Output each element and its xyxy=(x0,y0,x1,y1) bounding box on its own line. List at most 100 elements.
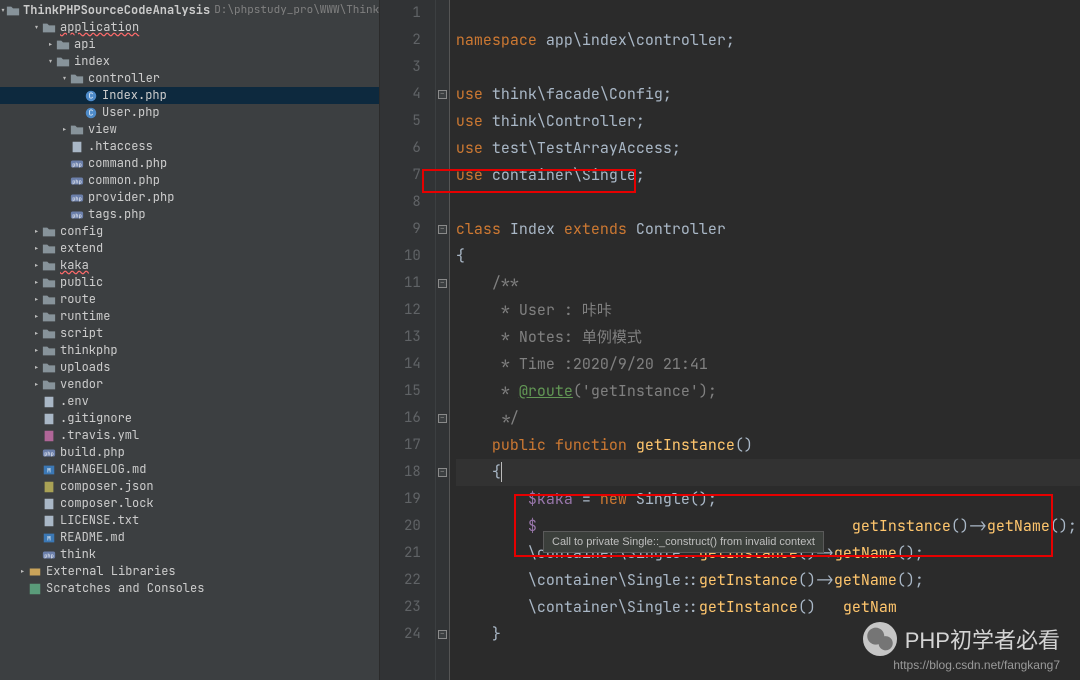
code-line-18[interactable]: { xyxy=(456,459,1080,486)
file-icon xyxy=(41,395,57,409)
code-line-3[interactable] xyxy=(456,54,1080,81)
svg-text:php: php xyxy=(72,178,81,185)
tree-item--gitignore[interactable]: ▸.gitignore xyxy=(0,410,379,427)
tree-item-scratches-and-consoles[interactable]: ▸Scratches and Consoles xyxy=(0,580,379,597)
code-line-13[interactable]: * Notes: 单例模式 xyxy=(456,324,1080,351)
tree-item-external-libraries[interactable]: ▸External Libraries xyxy=(0,563,379,580)
tree-root[interactable]: ▾ThinkPHPSourceCodeAnalysisD:\phpstudy_p… xyxy=(0,2,379,19)
code-line-9[interactable]: class Index extends Controller xyxy=(456,216,1080,243)
tree-item-common-php[interactable]: ▸phpcommon.php xyxy=(0,172,379,189)
code-line-14[interactable]: * Time :2020/9/20 21:41 xyxy=(456,351,1080,378)
line-number: 18 xyxy=(404,459,421,486)
tree-item-runtime[interactable]: ▸runtime xyxy=(0,308,379,325)
tree-item-build-php[interactable]: ▸phpbuild.php xyxy=(0,444,379,461)
tree-item-vendor[interactable]: ▸vendor xyxy=(0,376,379,393)
tree-item-uploads[interactable]: ▸uploads xyxy=(0,359,379,376)
tree-item-user-php[interactable]: ▸CUser.php xyxy=(0,104,379,121)
tree-item-thinkphp[interactable]: ▸thinkphp xyxy=(0,342,379,359)
code-line-17[interactable]: public function getInstance() xyxy=(456,432,1080,459)
tree-item-index-php[interactable]: ▸CIndex.php xyxy=(0,87,379,104)
code-line-10[interactable]: { xyxy=(456,243,1080,270)
svg-text:php: php xyxy=(72,161,81,168)
folder-icon xyxy=(41,259,57,273)
php-icon: php xyxy=(41,446,57,460)
class-icon: C xyxy=(83,106,99,120)
code-line-12[interactable]: * User : 咔咔 xyxy=(456,297,1080,324)
tree-item-think[interactable]: ▸phpthink xyxy=(0,546,379,563)
fold-marker[interactable]: – xyxy=(438,225,447,234)
tree-item-kaka[interactable]: ▸kaka xyxy=(0,257,379,274)
php-icon: php xyxy=(69,191,85,205)
svg-text:php: php xyxy=(44,552,53,559)
code-line-23[interactable]: \container\Single::getInstance() getNam xyxy=(456,594,1080,621)
code-line-16[interactable]: */ xyxy=(456,405,1080,432)
json-icon xyxy=(41,480,57,494)
tree-item-script[interactable]: ▸script xyxy=(0,325,379,342)
tree-item-view[interactable]: ▸view xyxy=(0,121,379,138)
code-line-22[interactable]: \container\Single::getInstance()->getNam… xyxy=(456,567,1080,594)
tree-item-route[interactable]: ▸route xyxy=(0,291,379,308)
tree-item-composer-json[interactable]: ▸composer.json xyxy=(0,478,379,495)
line-number-gutter: 123456789101112131415161718192021222324 xyxy=(380,0,436,680)
code-line-15[interactable]: * @route('getInstance'); xyxy=(456,378,1080,405)
line-number: 15 xyxy=(404,378,421,405)
fold-marker[interactable]: – xyxy=(438,414,447,423)
code-line-8[interactable] xyxy=(456,189,1080,216)
line-number: 10 xyxy=(404,243,421,270)
code-line-4[interactable]: use think\facade\Config; xyxy=(456,81,1080,108)
fold-marker[interactable]: – xyxy=(438,630,447,639)
file-icon xyxy=(69,140,85,154)
code-editor[interactable]: 123456789101112131415161718192021222324 … xyxy=(380,0,1080,680)
php-icon: php xyxy=(69,174,85,188)
tree-item--env[interactable]: ▸.env xyxy=(0,393,379,410)
tree-item-extend[interactable]: ▸extend xyxy=(0,240,379,257)
tree-item--htaccess[interactable]: ▸.htaccess xyxy=(0,138,379,155)
line-number: 2 xyxy=(404,27,421,54)
code-line-6[interactable]: use test\TestArrayAccess; xyxy=(456,135,1080,162)
line-number: 12 xyxy=(404,297,421,324)
md-icon: M xyxy=(41,463,57,477)
code-line-5[interactable]: use think\Controller; xyxy=(456,108,1080,135)
tree-item-controller[interactable]: ▾controller xyxy=(0,70,379,87)
tree-item-tags-php[interactable]: ▸phptags.php xyxy=(0,206,379,223)
code-line-11[interactable]: /** xyxy=(456,270,1080,297)
tree-item-provider-php[interactable]: ▸phpprovider.php xyxy=(0,189,379,206)
fold-gutter[interactable]: – – – – – – xyxy=(436,0,450,680)
line-number: 7 xyxy=(404,162,421,189)
svg-text:php: php xyxy=(44,450,53,457)
tree-item-license-txt[interactable]: ▸LICENSE.txt xyxy=(0,512,379,529)
fold-marker[interactable]: – xyxy=(438,468,447,477)
php-icon: php xyxy=(41,548,57,562)
code-area[interactable]: namespace app\index\controller; use think… xyxy=(450,0,1080,680)
folder-icon xyxy=(41,327,57,341)
line-number: 3 xyxy=(404,54,421,81)
line-number: 4 xyxy=(404,81,421,108)
folder-icon xyxy=(55,55,71,69)
tree-item-changelog-md[interactable]: ▸MCHANGELOG.md xyxy=(0,461,379,478)
folder-icon xyxy=(69,123,85,137)
tree-item-application[interactable]: ▾application xyxy=(0,19,379,36)
tree-item-composer-lock[interactable]: ▸composer.lock xyxy=(0,495,379,512)
fold-marker[interactable]: – xyxy=(438,90,447,99)
code-line-2[interactable]: namespace app\index\controller; xyxy=(456,27,1080,54)
tree-item-index[interactable]: ▾index xyxy=(0,53,379,70)
line-number: 13 xyxy=(404,324,421,351)
line-number: 14 xyxy=(404,351,421,378)
fold-marker[interactable]: – xyxy=(438,279,447,288)
svg-text:php: php xyxy=(72,195,81,202)
lib-icon xyxy=(27,565,43,579)
code-line-19[interactable]: $kaka = new Single(); xyxy=(456,486,1080,513)
folder-icon xyxy=(41,378,57,392)
folder-icon xyxy=(41,242,57,256)
tree-item-command-php[interactable]: ▸phpcommand.php xyxy=(0,155,379,172)
tree-item--travis-yml[interactable]: ▸.travis.yml xyxy=(0,427,379,444)
md-icon: M xyxy=(41,531,57,545)
tree-item-readme-md[interactable]: ▸MREADME.md xyxy=(0,529,379,546)
folder-icon xyxy=(41,293,57,307)
tree-item-config[interactable]: ▸config xyxy=(0,223,379,240)
folder-icon xyxy=(6,4,20,18)
tree-item-api[interactable]: ▸api xyxy=(0,36,379,53)
code-line-7[interactable]: use container\Single; xyxy=(456,162,1080,189)
code-line-1[interactable] xyxy=(456,0,1080,27)
tree-item-public[interactable]: ▸public xyxy=(0,274,379,291)
